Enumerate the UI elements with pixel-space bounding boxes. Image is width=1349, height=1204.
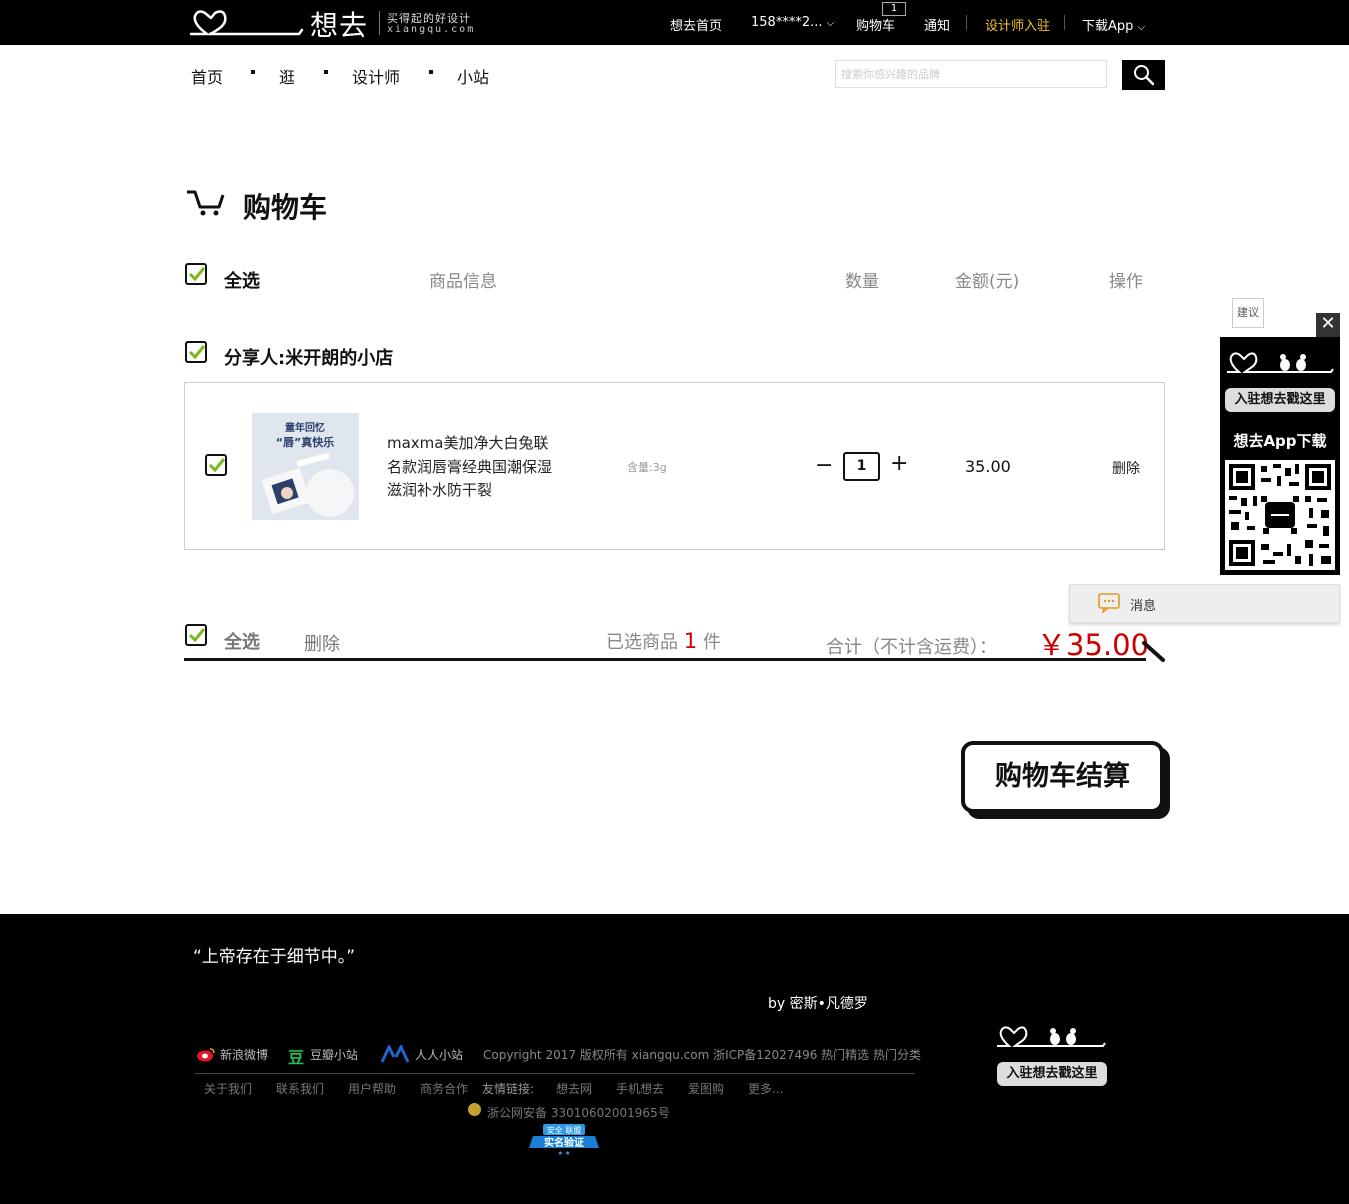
search-icon [1134,65,1155,86]
cart-count-badge: 1 [882,2,906,16]
logo-heart-icon[interactable] [189,6,304,38]
footer-friend-links-label: 友情链接: [482,1082,535,1096]
top-link-notice[interactable]: 通知 [924,15,950,34]
footer-join-button[interactable]: 入驻想去戳这里 [997,1062,1107,1086]
product-image[interactable]: 童年回忆 “唇”真快乐 [252,413,359,520]
selected-suffix: 件 [702,632,721,653]
item-checkbox[interactable] [205,454,227,476]
svg-text:★ ★: ★ ★ [558,1150,571,1156]
close-icon[interactable]: ✕ [1316,313,1340,337]
total-label: 合计（不计含运费）： [826,637,997,658]
checkmark-icon [188,267,206,282]
product-spec: 含量:3g [627,461,667,474]
nav-dot [251,70,255,74]
select-all-label-bottom[interactable]: 全选 [224,628,260,654]
logo-divider [379,11,380,35]
product-image-text: “唇”真快乐 [276,435,334,449]
footer-link[interactable]: 商务合作 [420,1080,468,1097]
weibo-icon [197,1048,215,1062]
product-name[interactable]: maxma美加净大白兔联名款润唇膏经典国潮保湿滋润补水防干裂 [387,432,557,503]
page-title: 购物车 [243,191,328,224]
logo-domain: xiangqu.com [387,24,476,35]
nav-home[interactable]: 首页 [191,64,223,88]
col-header-amount: 金额(元) [955,272,1020,292]
item-price: 35.00 [965,457,1011,476]
top-link-designer[interactable]: 设计师入驻 [985,15,1050,34]
checkmark-icon [208,458,226,473]
badge-main-text: 实名验证 [544,1136,584,1149]
checkout-button[interactable]: 购物车结算 [961,741,1164,813]
checkmark-icon [188,628,206,643]
select-all-checkbox-bottom[interactable] [185,624,207,646]
nav-dot [429,70,433,74]
logo-text[interactable]: 想去 [310,4,368,44]
summary-line-hook [1142,641,1165,662]
nav-browse[interactable]: 逛 [279,64,295,88]
account-label: 158****2... [751,15,823,30]
footer-link[interactable]: 爱图购 [688,1080,724,1097]
footer-quote-author: by 密斯•凡德罗 [768,996,868,1012]
selected-count: 已选商品 1 件 [606,628,721,654]
col-header-info: 商品信息 [429,272,497,292]
top-bar: 想去 买得起的好设计 xiangqu.com 想去首页 158****2... … [0,0,1349,45]
select-all-checkbox[interactable] [185,263,207,285]
chevron-down-icon: ⌵ [1137,22,1146,33]
top-divider [966,15,967,30]
nav-dot [324,70,328,74]
logo-birds-icon [1227,352,1334,373]
float-app-label: 想去App下载 [1233,432,1327,450]
top-link-account[interactable]: 158****2... ⌵ [751,15,834,30]
selected-prefix: 已选商品 [606,632,678,653]
col-header-qty: 数量 [845,272,879,292]
footer-link[interactable]: 用户帮助 [348,1080,396,1097]
footer-link-more[interactable]: 更多... [748,1080,783,1097]
delete-selected-link[interactable]: 删除 [304,630,340,656]
renren-icon [380,1045,410,1063]
qty-minus-button[interactable]: − [815,455,833,477]
police-badge-icon [468,1103,481,1116]
cart-icon [187,190,225,216]
top-divider [1064,15,1065,30]
top-link-home[interactable]: 想去首页 [670,15,722,34]
checkmark-icon [188,345,206,360]
badge-top-text: 安全 联盟 [547,1125,582,1135]
social-weibo[interactable]: 新浪微博 [220,1046,268,1063]
police-record[interactable]: 浙公网安备 33010602001965号 [487,1104,670,1121]
qty-plus-button[interactable]: + [890,453,908,475]
footer-logo-birds-icon [997,1026,1106,1047]
shop-name[interactable]: 分享人:米开朗的小店 [224,344,393,370]
top-link-app[interactable]: 下载App ⌵ [1082,15,1145,34]
nav-designer[interactable]: 设计师 [352,64,400,88]
select-all-label[interactable]: 全选 [224,267,260,293]
footer-link[interactable]: 想去网 [556,1080,592,1097]
chevron-down-icon: ⌵ [826,18,835,29]
chat-icon [1098,593,1120,613]
search-button[interactable] [1122,60,1165,90]
top-link-cart[interactable]: 购物车 [856,15,895,34]
suggest-button[interactable]: 建议 [1232,298,1264,328]
social-douban[interactable]: 豆瓣小站 [310,1046,358,1063]
search-input[interactable] [835,60,1107,88]
footer-quote: “上帝存在于细节中。” [193,947,356,967]
app-label: 下载App [1082,19,1134,34]
product-image-text: 童年回忆 [285,421,325,434]
footer-link[interactable]: 手机想去 [616,1080,664,1097]
col-header-action: 操作 [1109,272,1143,292]
footer-link[interactable]: 联系我们 [276,1080,324,1097]
qty-input[interactable]: 1 [843,452,880,481]
footer-link[interactable]: 关于我们 [204,1080,252,1097]
shop-checkbox[interactable] [185,341,207,363]
qr-code-icon [1225,460,1335,570]
float-join-button[interactable]: 入驻想去戳这里 [1225,388,1335,412]
message-label[interactable]: 消息 [1130,595,1156,614]
footer-divider [195,1073,915,1074]
security-badge-icon[interactable]: 安全 联盟 实名验证 ★ ★ [527,1124,601,1156]
delete-item-link[interactable]: 删除 [1112,458,1140,478]
selected-number: 1 [683,629,698,653]
summary-underline [184,658,1146,661]
douban-icon: 豆 [288,1048,305,1067]
social-renren[interactable]: 人人小站 [415,1046,463,1063]
copyright: Copyright 2017 版权所有 xiangqu.com 浙ICP备120… [483,1048,921,1062]
nav-shop[interactable]: 小站 [457,64,489,88]
